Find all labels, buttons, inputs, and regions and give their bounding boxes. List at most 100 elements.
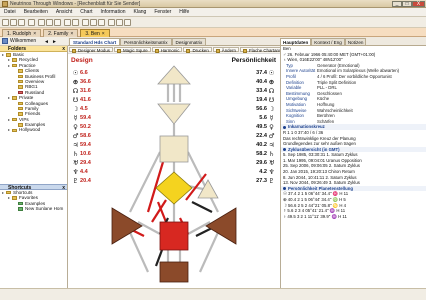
personality-gate-line[interactable]: 29.6 (256, 160, 267, 166)
personality-gate-line[interactable]: 37.4 (256, 70, 267, 76)
tree-item[interactable]: ▸ Hollywood (0, 127, 67, 132)
design-gate-line[interactable]: 4.5 (80, 106, 88, 112)
back-icon[interactable]: ◄ (44, 39, 49, 45)
personality-gate-line[interactable]: 40.2 (256, 142, 267, 148)
design-gate-line[interactable]: 4.4 (80, 169, 88, 175)
personality-planet-icon: ☿ (269, 113, 274, 122)
paste-icon[interactable] (54, 19, 61, 26)
print-icon[interactable] (28, 19, 35, 26)
tree-item-label: Practice (19, 62, 36, 68)
personality-gate-line[interactable]: 22.4 (256, 133, 267, 139)
menu-ansicht[interactable]: Ansicht (52, 8, 76, 16)
personality-planet-row: 37.4 ☉ (256, 68, 276, 77)
head-center (157, 65, 191, 85)
right-panel: Ben ♂ 26. Februar 1966 05:40:00 MET (GMT+… (280, 46, 426, 288)
tab-notes[interactable]: Notizen (344, 38, 367, 45)
design-gate-line[interactable]: 6.6 (80, 70, 88, 76)
close-button[interactable]: X (412, 1, 425, 7)
forward-icon[interactable]: ► (52, 39, 57, 45)
tree-item-label: Shortcuts (13, 189, 33, 195)
personality-planet-row: 40.4 ⊕ (256, 77, 276, 86)
menu-information[interactable]: Information (97, 8, 130, 16)
help-icon[interactable] (124, 19, 131, 26)
chart-info-list: Ben ♂ 26. Februar 1966 05:40:00 MET (GMT+… (281, 46, 426, 219)
save-icon[interactable] (18, 19, 25, 26)
tab-design-matrix[interactable]: Designmatrix (171, 38, 207, 45)
personality-gate-line[interactable]: 5.6 (259, 115, 267, 121)
menu-hilfe[interactable]: Hilfe (175, 8, 193, 16)
folder-icon (18, 69, 23, 73)
tab-personality-matrix[interactable]: Persönlichkeitsmatrix (120, 38, 172, 45)
home-icon[interactable] (2, 38, 8, 44)
info-icon[interactable] (108, 19, 115, 26)
navigator-toolbar: Wilkommen ◄ ► (0, 37, 68, 46)
design-gate-line[interactable]: 10.6 (80, 151, 91, 157)
minimize-button[interactable]: _ (392, 1, 402, 7)
print-button[interactable]: Drucken (183, 47, 212, 53)
wheel-icon[interactable] (90, 19, 97, 26)
personality-gate-line[interactable]: 33.4 (256, 88, 267, 94)
group-icon[interactable] (72, 19, 79, 26)
close-icon[interactable]: × (33, 30, 36, 37)
channel-spleen-sacral (137, 221, 161, 235)
personality-gate-line[interactable]: 27.3 (256, 178, 267, 184)
copy-icon[interactable] (46, 19, 53, 26)
personality-gate-line[interactable]: 58.2 (256, 151, 267, 157)
personality-gate-line[interactable]: 4.2 (259, 169, 267, 175)
design-gate-line[interactable]: 31.6 (80, 88, 91, 94)
designer-mode-button[interactable]: Designer Modus (69, 47, 113, 53)
music-icon[interactable] (116, 19, 123, 26)
personality-planet-icon: ♂ (268, 131, 275, 140)
chart-tab-rudolph[interactable]: 1. Rudolph × (2, 29, 42, 37)
menu-bearbeiten[interactable]: Bearbeiten (20, 8, 52, 16)
menu-datei[interactable]: Datei (0, 8, 20, 16)
open-icon[interactable] (10, 19, 17, 26)
design-gate-line[interactable]: 36.6 (80, 79, 91, 85)
chart-tab-ben[interactable]: 3. Ben × (80, 29, 110, 37)
tab-context[interactable]: Kontext / Eng (311, 38, 345, 45)
design-planet-row: ♅ 29.4 (71, 158, 91, 167)
new-icon[interactable] (2, 19, 9, 26)
design-gate-line[interactable]: 59.4 (80, 142, 91, 148)
personality-gate-line[interactable]: 56.6 (256, 106, 267, 112)
harmonic-button[interactable]: Harmonic (151, 47, 183, 53)
right-tabs: Hauptdaten Kontext / Eng Notizen (280, 37, 426, 46)
menu-chart[interactable]: Chart (76, 8, 96, 16)
design-gate-line[interactable]: 29.4 (80, 160, 91, 166)
menu-fenster[interactable]: Fenster (150, 8, 175, 16)
cut-icon[interactable] (38, 19, 45, 26)
bodygraph-icon[interactable] (98, 19, 105, 26)
design-gate-line[interactable]: 59.4 (80, 115, 91, 121)
chart-icon[interactable] (82, 19, 89, 26)
tree-item-label: VIPs (19, 116, 29, 122)
tree-item-label: Basic (13, 52, 25, 57)
design-gate-line[interactable]: 20.4 (80, 178, 91, 184)
folder-icon (18, 207, 23, 211)
design-gate-line[interactable]: 58.6 (80, 133, 91, 139)
design-gate-line[interactable]: 50.2 (80, 124, 91, 130)
folder-icon (18, 112, 23, 116)
maximize-button[interactable]: □ (402, 1, 412, 7)
tree-item[interactable]: New Sunlane Hom (0, 206, 67, 211)
close-icon[interactable]: × (70, 30, 73, 37)
personality-gate-line[interactable]: 40.4 (256, 79, 267, 85)
tree-item-label: Friends (25, 111, 41, 117)
personality-gate-line[interactable]: 19.4 (256, 97, 267, 103)
edit-button[interactable]: Ändern (212, 47, 239, 53)
magic-square-button[interactable]: Magic Squre (113, 47, 151, 53)
person-icon[interactable] (64, 19, 71, 26)
design-planet-icon: ♇ (72, 176, 79, 185)
menu-klang[interactable]: Klang (130, 8, 151, 16)
chart-tab-family[interactable]: 2. Family × (43, 29, 79, 37)
design-gate-line[interactable]: 41.6 (80, 97, 91, 103)
edit-icon (215, 49, 220, 53)
tab-main-data[interactable]: Hauptdaten (280, 38, 312, 45)
folder-icon (18, 74, 23, 79)
close-icon[interactable]: × (102, 30, 105, 37)
design-planet-icon: ♄ (72, 149, 79, 158)
tab-standard-chart[interactable]: Standard Hds Chart (69, 38, 121, 45)
personality-gate-line[interactable]: 49.5 (256, 124, 267, 130)
personality-planet-row: 22.4 ♂ (256, 131, 276, 140)
design-planet-icon: ♀ (73, 122, 78, 131)
navigator-label[interactable]: Wilkommen (10, 38, 36, 45)
